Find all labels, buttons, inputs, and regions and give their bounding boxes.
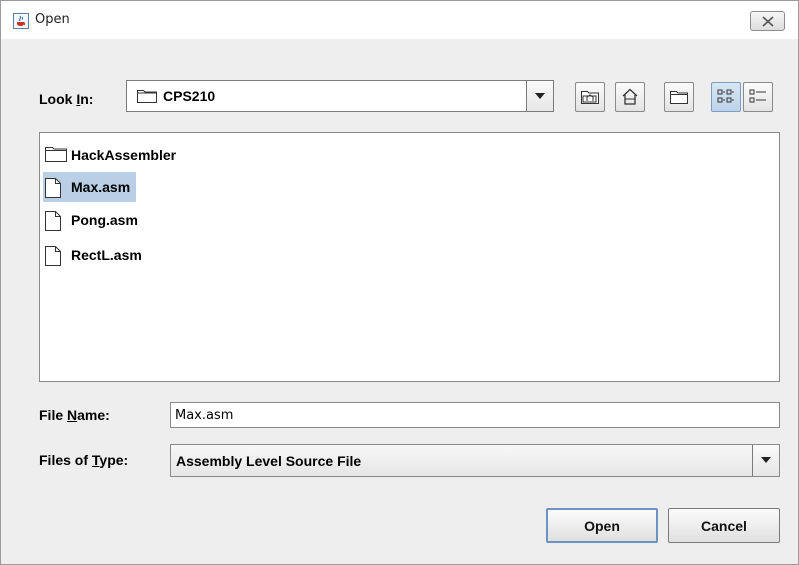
files-of-type-label-suffix: ype: bbox=[99, 452, 129, 468]
file-item-label: Pong.asm bbox=[71, 212, 138, 228]
files-of-type-label: Files of Type: bbox=[39, 452, 128, 468]
up-one-level-button[interactable] bbox=[575, 82, 605, 112]
list-item[interactable]: RectL.asm bbox=[43, 240, 142, 270]
file-item-label: Max.asm bbox=[71, 179, 131, 195]
open-dialog: Open Look In: CPS210 HackAssembler Max.a… bbox=[0, 0, 799, 565]
title-bar[interactable]: Open bbox=[1, 1, 798, 39]
files-of-type-combo[interactable]: Assembly Level Source File bbox=[170, 444, 780, 477]
file-name-label: File Name: bbox=[39, 407, 110, 423]
home-button[interactable] bbox=[615, 82, 645, 112]
open-button[interactable]: Open bbox=[546, 508, 658, 543]
file-icon bbox=[45, 178, 61, 198]
details-view-button[interactable] bbox=[743, 82, 773, 112]
file-icon bbox=[45, 246, 61, 266]
file-name-input[interactable] bbox=[170, 402, 780, 428]
files-of-type-label-prefix: Files of bbox=[39, 452, 92, 468]
look-in-label-suffix: n: bbox=[80, 91, 94, 107]
list-item[interactable]: Max.asm bbox=[43, 172, 137, 202]
look-in-label: Look In: bbox=[39, 91, 93, 107]
look-in-combo[interactable]: CPS210 bbox=[126, 80, 554, 112]
close-button[interactable] bbox=[750, 11, 785, 31]
files-of-type-dropdown-button[interactable] bbox=[752, 445, 779, 476]
cancel-button[interactable]: Cancel bbox=[668, 508, 780, 543]
chevron-down-icon bbox=[535, 93, 545, 99]
list-item[interactable]: HackAssembler bbox=[43, 140, 176, 170]
new-folder-button[interactable] bbox=[664, 82, 694, 112]
list-view-icon bbox=[717, 89, 734, 103]
files-of-type-value: Assembly Level Source File bbox=[176, 453, 362, 469]
window-title: Open bbox=[35, 12, 70, 27]
folder-icon bbox=[45, 147, 67, 162]
look-in-dropdown-button[interactable] bbox=[526, 81, 553, 111]
file-name-label-mnemonic: N bbox=[67, 407, 78, 423]
file-list[interactable]: HackAssembler Max.asm Pong.asm RectL.asm bbox=[39, 132, 780, 382]
look-in-value: CPS210 bbox=[163, 88, 216, 104]
folder-icon bbox=[137, 90, 157, 103]
home-icon bbox=[622, 88, 638, 105]
file-item-label: RectL.asm bbox=[71, 247, 142, 263]
look-in-label-prefix: Look bbox=[39, 91, 77, 107]
list-view-button[interactable] bbox=[711, 82, 741, 112]
folder-up-icon bbox=[581, 91, 599, 104]
details-view-icon bbox=[749, 89, 766, 103]
close-icon bbox=[762, 16, 774, 27]
java-cup-icon bbox=[13, 13, 29, 29]
file-item-label: HackAssembler bbox=[71, 147, 177, 163]
file-name-label-suffix: ame: bbox=[77, 407, 110, 423]
new-folder-icon bbox=[670, 91, 688, 104]
list-item[interactable]: Pong.asm bbox=[43, 205, 138, 235]
file-name-label-prefix: File bbox=[39, 407, 68, 423]
file-icon bbox=[45, 211, 61, 231]
chevron-down-icon bbox=[761, 457, 771, 463]
